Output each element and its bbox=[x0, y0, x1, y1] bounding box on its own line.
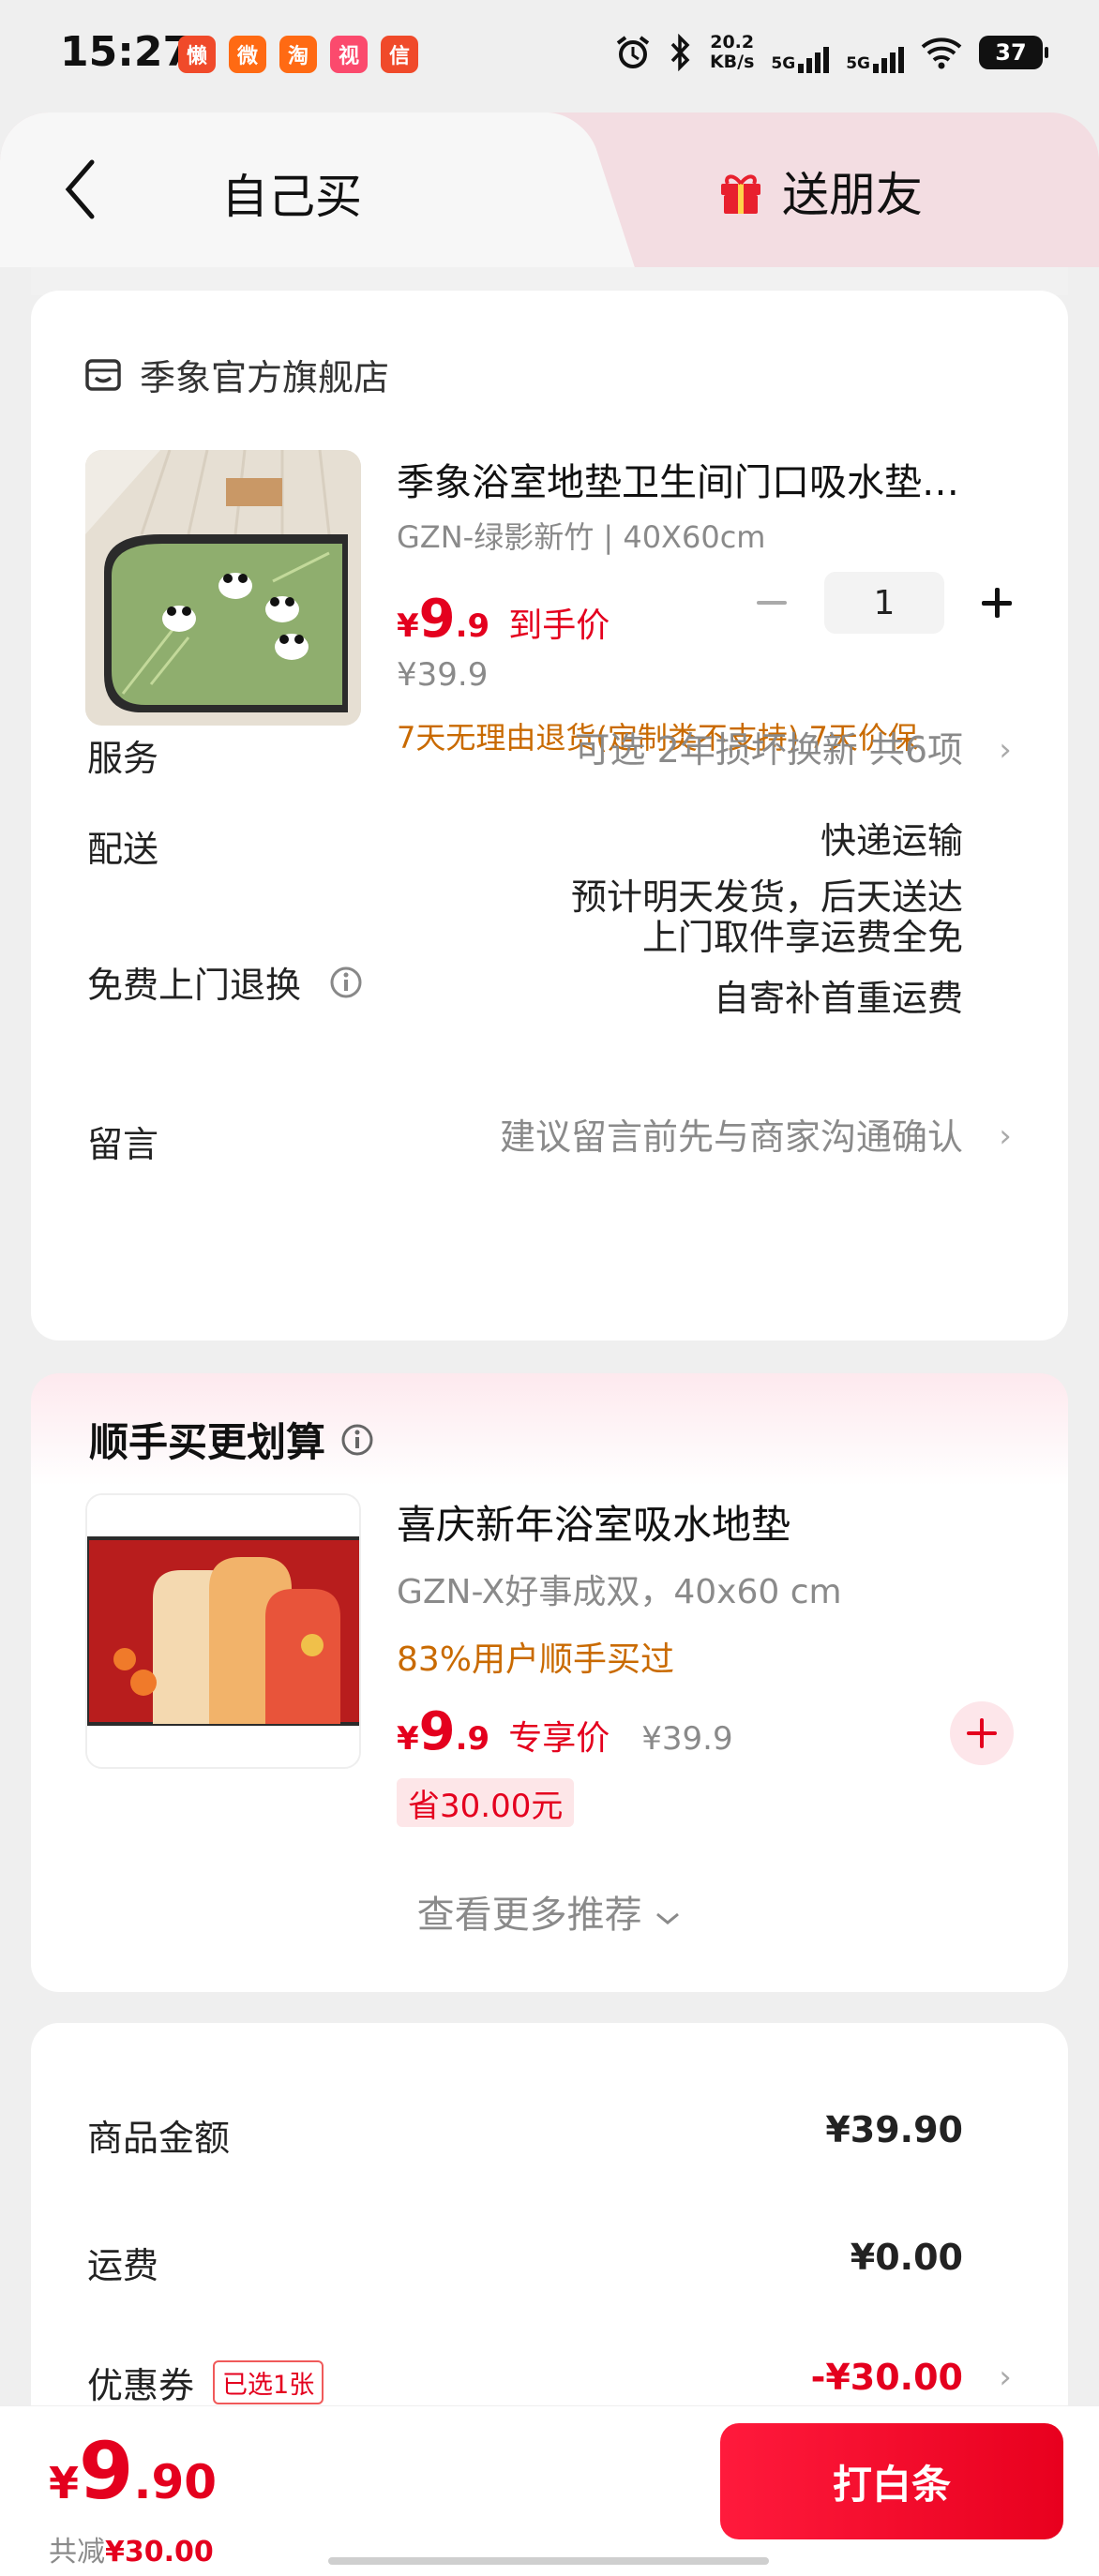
free-return-pickup: 上门取件享运费全免 bbox=[641, 917, 963, 958]
product-original-price: ¥39.9 bbox=[397, 656, 489, 694]
goods-amount-label: 商品金额 bbox=[87, 2118, 231, 2159]
shop-header[interactable]: 季象官方旗舰店 bbox=[83, 349, 389, 400]
recommend-item-original-price: ¥39.9 bbox=[641, 1720, 733, 1758]
message-label: 留言 bbox=[87, 1124, 159, 1165]
recommend-item-price: ¥ 9 .9 专享价 ¥39.9 bbox=[397, 1701, 733, 1762]
status-bar: 15:27 懒 微 淘 视 信 20.2 KB/s 5G 5G 37 bbox=[0, 0, 1099, 112]
status-app-icons: 懒 微 淘 视 信 bbox=[178, 36, 418, 73]
product-title[interactable]: 季象浴室地垫卫生间门口吸水垫… bbox=[397, 452, 1025, 506]
free-return-label: 免费上门退换 bbox=[87, 956, 363, 1008]
chevron-right-icon[interactable]: › bbox=[995, 731, 1016, 769]
taobao-icon: 淘 bbox=[279, 36, 317, 73]
delivery-method: 快递运输 bbox=[820, 820, 963, 861]
chevron-right-icon[interactable]: › bbox=[995, 2359, 1016, 2396]
store-icon bbox=[85, 358, 121, 391]
price-tag: 专享价 bbox=[508, 1719, 610, 1758]
coupon-value[interactable]: -¥30.00 bbox=[811, 2357, 963, 2398]
message-app-icon: 信 bbox=[381, 36, 418, 73]
weibo-icon: 微 bbox=[229, 36, 266, 73]
signal-bars-icon bbox=[873, 47, 904, 73]
recommend-item-image[interactable] bbox=[85, 1493, 361, 1769]
product-spec[interactable]: GZN-绿影新竹 | 40X60cm bbox=[397, 514, 765, 557]
quantity-input[interactable]: 1 bbox=[824, 572, 944, 634]
wifi-icon bbox=[921, 37, 962, 69]
recommend-item-bought-rate: 83%用户顺手买过 bbox=[397, 1640, 675, 1679]
status-indicators: 20.2 KB/s 5G 5G 37 bbox=[614, 32, 1048, 73]
free-return-self-send: 自寄补首重运费 bbox=[713, 978, 963, 1019]
price-tag: 到手价 bbox=[508, 607, 610, 645]
status-time: 15:27 bbox=[60, 28, 192, 76]
info-icon[interactable] bbox=[329, 966, 363, 999]
recommend-item-savings-badge: 省30.00元 bbox=[397, 1778, 575, 1827]
minus-icon bbox=[757, 601, 787, 605]
increase-quantity-button[interactable] bbox=[978, 584, 1016, 622]
video-app-icon: 视 bbox=[330, 36, 368, 73]
cell-signal-2: 5G bbox=[846, 32, 904, 73]
message-input[interactable]: 建议留言前先与商家沟通确认 bbox=[500, 1109, 963, 1165]
recommend-title: 顺手买更划算 bbox=[89, 1411, 374, 1468]
tab-gift-friend[interactable]: 送朋友 bbox=[716, 157, 923, 225]
net-speed: 20.2 KB/s bbox=[709, 32, 755, 72]
goods-amount-value: ¥39.90 bbox=[825, 2109, 963, 2150]
pay-later-button[interactable]: 打白条 bbox=[720, 2423, 1063, 2539]
chevron-left-icon bbox=[65, 159, 95, 219]
checkout-bar: ¥ 9 .90 共减¥30.00 打白条 bbox=[0, 2405, 1099, 2576]
total-discount: 共减¥30.00 bbox=[49, 2536, 214, 2569]
tab-friend-label: 送朋友 bbox=[782, 168, 923, 222]
service-value[interactable]: 可选 2年损坏换新 共6项 bbox=[574, 722, 963, 778]
order-item-card: 季象官方旗舰店 季象浴室地垫卫生间门口吸水垫… GZN-绿影新竹 | 40X60… bbox=[31, 291, 1068, 1340]
see-more-recommendations[interactable]: 查看更多推荐 bbox=[31, 1884, 1068, 1939]
shipping-label: 运费 bbox=[87, 2245, 159, 2286]
add-recommend-item-button[interactable] bbox=[950, 1701, 1014, 1765]
recommend-card: 顺手买更划算 喜庆新年浴室吸水地垫 GZN-X好事成双，40x60 cm 83%… bbox=[31, 1373, 1068, 1992]
chevron-down-icon bbox=[656, 1912, 680, 1925]
home-indicator[interactable] bbox=[328, 2557, 769, 2565]
decrease-quantity-button[interactable] bbox=[753, 584, 790, 622]
product-price: ¥ 9 .9 到手价 bbox=[397, 589, 610, 650]
quantity-stepper: 1 bbox=[753, 572, 1016, 634]
coupon-selected-badge: 已选1张 bbox=[213, 2360, 324, 2404]
recommend-item-spec: GZN-X好事成双，40x60 cm bbox=[397, 1573, 842, 1611]
coupon-label[interactable]: 优惠券 已选1张 bbox=[87, 2357, 324, 2408]
back-button[interactable] bbox=[56, 152, 103, 227]
service-label: 服务 bbox=[87, 738, 159, 779]
bluetooth-icon bbox=[670, 34, 690, 71]
alarm-icon bbox=[616, 36, 650, 68]
app-notification-icon: 懒 bbox=[178, 36, 216, 73]
shipping-value: ¥0.00 bbox=[850, 2237, 963, 2278]
battery-icon: 37 bbox=[979, 36, 1048, 69]
recommend-item-name[interactable]: 喜庆新年浴室吸水地垫 bbox=[397, 1493, 790, 1550]
tab-self-label[interactable]: 自己买 bbox=[221, 159, 362, 227]
product-image[interactable] bbox=[85, 450, 361, 726]
info-icon[interactable] bbox=[340, 1423, 374, 1457]
signal-bars-icon bbox=[798, 47, 830, 73]
purchase-mode-tabs bbox=[0, 112, 1099, 267]
total-price: ¥ 9 .90 bbox=[49, 2425, 218, 2517]
delivery-label: 配送 bbox=[87, 829, 159, 870]
chevron-right-icon[interactable]: › bbox=[995, 1117, 1016, 1155]
cell-signal-1: 5G bbox=[771, 32, 830, 73]
gift-icon bbox=[721, 174, 760, 214]
shop-name: 季象官方旗舰店 bbox=[140, 357, 390, 398]
